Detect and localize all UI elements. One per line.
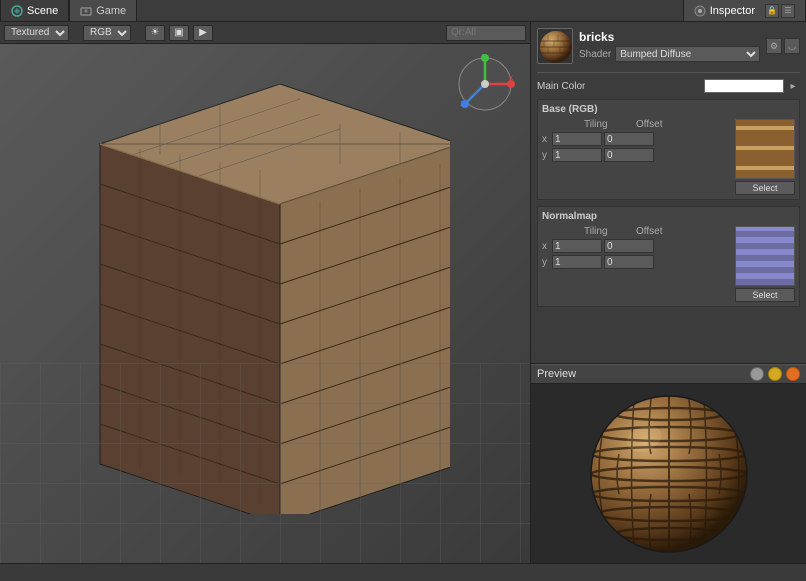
viewport-panel: Textured RGB ☀ ▣ ▶ (0, 22, 531, 563)
base-rgb-label: Base (RGB) (542, 104, 795, 115)
normalmap-offset-y-input[interactable] (604, 255, 654, 269)
preview-controls (750, 367, 800, 381)
base-y-row: y (542, 148, 731, 162)
svg-text:y: y (481, 54, 485, 58)
normalmap-x-label: x (542, 241, 550, 252)
tiling-header: Tiling (584, 119, 634, 130)
viewport-grid (0, 363, 530, 563)
tab-inspector[interactable]: Inspector 🔒 ☰ (683, 0, 806, 21)
status-bar (0, 563, 806, 581)
scene-tab-icon (11, 5, 23, 17)
base-tiling-x-input[interactable] (552, 132, 602, 146)
base-offset-y-input[interactable] (604, 148, 654, 162)
scene-background: x y z (0, 44, 530, 563)
search-input[interactable] (446, 25, 526, 41)
base-texture-thumb-container: Select (735, 119, 795, 195)
inspector-content: bricks Shader Bumped Diffuse ⚙ ◡ (531, 22, 806, 363)
preview-orange-btn[interactable] (786, 367, 800, 381)
base-rgb-section: Base (RGB) Tiling Offset x (537, 99, 800, 200)
inspector-double-circle-icon[interactable]: ◡ (784, 38, 800, 54)
offset-header: Offset (636, 119, 686, 130)
base-tiling-y-input[interactable] (552, 148, 602, 162)
preview-grey-btn[interactable] (750, 367, 764, 381)
inspector-settings-icon[interactable]: ⚙ (766, 38, 782, 54)
color-swatch[interactable] (704, 79, 784, 93)
normalmap-header-row: Tiling Offset (542, 226, 731, 237)
svg-text:x: x (509, 73, 513, 82)
normalmap-texture-thumb-container: Select (735, 226, 795, 302)
preview-scene[interactable] (531, 384, 806, 563)
base-x-row: x (542, 132, 731, 146)
base-texture-thumb[interactable] (735, 119, 795, 179)
audio-btn[interactable]: ▶ (193, 25, 213, 41)
divider-1 (537, 72, 800, 73)
preview-yellow-btn[interactable] (768, 367, 782, 381)
inspector-icons: ⚙ ◡ (766, 38, 800, 54)
base-texture-controls: Tiling Offset x y (542, 119, 795, 195)
base-y-label: y (542, 150, 550, 161)
tab-scene[interactable]: Scene (0, 0, 69, 21)
app-container: Scene Game Inspector 🔒 ☰ (0, 0, 806, 581)
normalmap-select-button[interactable]: Select (735, 288, 795, 302)
main-color-row: Main Color ▸ (537, 79, 800, 93)
normalmap-label: Normalmap (542, 211, 795, 222)
material-name: bricks (579, 30, 760, 44)
shader-row: Shader Bumped Diffuse (579, 46, 760, 62)
inspector-tab-icon (694, 5, 706, 17)
sun-btn[interactable]: ☀ (145, 25, 165, 41)
inspector-panel: bricks Shader Bumped Diffuse ⚙ ◡ (531, 22, 806, 563)
display-mode-select[interactable]: Textured (4, 25, 69, 41)
svg-text:z: z (460, 99, 464, 108)
normalmap-section: Normalmap Tiling Offset x (537, 206, 800, 307)
color-mode-select[interactable]: RGB (83, 25, 131, 41)
base-tiling-params: Tiling Offset x y (542, 119, 731, 195)
normalmap-offset-x-input[interactable] (604, 239, 654, 253)
eyedropper-icon[interactable]: ▸ (786, 79, 800, 93)
normalmap-texture-controls: Tiling Offset x y (542, 226, 795, 302)
preview-section: Preview (531, 363, 806, 563)
base-x-label: x (542, 134, 550, 145)
viewport-toolbar: Textured RGB ☀ ▣ ▶ (0, 22, 530, 44)
normalmap-x-row: x (542, 239, 731, 253)
material-info: bricks Shader Bumped Diffuse (579, 30, 760, 62)
inspector-lock-icon[interactable]: 🔒 (765, 4, 779, 18)
tab-game-label: Game (96, 5, 126, 17)
preview-sphere-svg (579, 389, 759, 559)
normalmap-tiling-header: Tiling (584, 226, 634, 237)
nav-gizmo: x y z (455, 54, 515, 114)
base-header-row: Tiling Offset (542, 119, 731, 130)
normalmap-y-row: y (542, 255, 731, 269)
inspector-menu-btn[interactable]: ☰ (781, 4, 795, 18)
normalmap-texture-thumb[interactable] (735, 226, 795, 286)
viewport-scene[interactable]: x y z (0, 44, 530, 563)
main-color-label: Main Color (537, 81, 704, 92)
tab-bar: Scene Game Inspector 🔒 ☰ (0, 0, 806, 22)
shader-select[interactable]: Bumped Diffuse (615, 46, 760, 62)
inspector-tab-label: Inspector (710, 5, 755, 17)
normalmap-offset-header: Offset (636, 226, 686, 237)
image-btn[interactable]: ▣ (169, 25, 189, 41)
material-header: bricks Shader Bumped Diffuse ⚙ ◡ (537, 28, 800, 64)
preview-title: Preview (537, 368, 750, 380)
normalmap-tiling-params: Tiling Offset x y (542, 226, 731, 302)
material-icon (537, 28, 573, 64)
normalmap-y-label: y (542, 257, 550, 268)
normalmap-tiling-y-input[interactable] (552, 255, 602, 269)
tab-scene-label: Scene (27, 5, 58, 17)
tab-game[interactable]: Game (69, 0, 137, 21)
shader-label: Shader (579, 49, 611, 60)
game-tab-icon (80, 5, 92, 17)
base-offset-x-input[interactable] (604, 132, 654, 146)
base-select-button[interactable]: Select (735, 181, 795, 195)
preview-header: Preview (531, 364, 806, 384)
main-content: Textured RGB ☀ ▣ ▶ (0, 22, 806, 563)
normalmap-tiling-x-input[interactable] (552, 239, 602, 253)
